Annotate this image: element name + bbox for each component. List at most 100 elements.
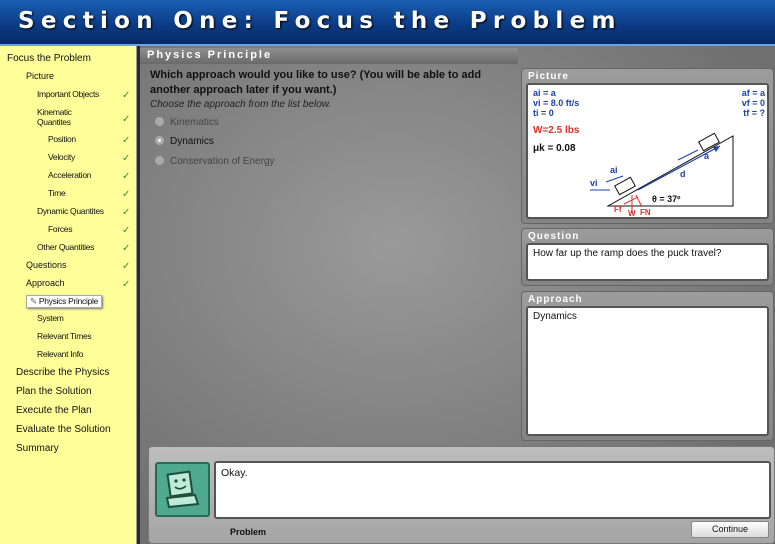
sidebar-item-focus-the-problem[interactable]: Focus the Problem — [7, 53, 91, 64]
tf-label: tf = ? — [743, 108, 765, 118]
sidebar-item-describe-the-physics[interactable]: Describe the Physics — [16, 367, 109, 378]
problem-tab[interactable]: Problem — [230, 527, 266, 537]
sidebar-item-evaluate-the-solution[interactable]: Evaluate the Solution — [16, 424, 111, 435]
sidebar-item-label: Plan the Solution — [16, 386, 92, 397]
sidebar-item-label: Summary — [16, 443, 59, 454]
checkmark-icon: ✓ — [122, 261, 131, 272]
checkmark-icon: ✓ — [122, 207, 131, 218]
sidebar-item-label: Forces — [48, 224, 73, 234]
af-label: af = a — [742, 88, 766, 98]
approach-instruction: Choose the approach from the list below. — [150, 99, 332, 110]
sidebar-item-summary[interactable]: Summary — [16, 443, 59, 454]
continue-button[interactable]: Continue — [691, 521, 769, 538]
sidebar-item-approach[interactable]: Approach — [26, 278, 65, 288]
approach-prompt: Which approach would you like to use? (Y… — [150, 69, 482, 96]
sidebar-item-label: Questions — [26, 260, 67, 270]
checkmark-icon: ✓ — [122, 153, 131, 164]
tutor-avatar-icon — [155, 462, 210, 517]
radio-icon[interactable] — [155, 136, 164, 145]
option-kinematics[interactable]: Kinematics — [155, 117, 219, 128]
checkmark-icon: ✓ — [122, 90, 131, 101]
sidebar-item-label-line2: Quantites — [37, 117, 71, 127]
section-header: Section One: Focus the Problem — [0, 0, 775, 46]
radio-icon[interactable] — [155, 156, 164, 165]
normal-force-arrow — [635, 194, 643, 208]
approach-panel-title: Approach — [528, 294, 583, 305]
option-conservation-of-energy[interactable]: Conservation of Energy — [155, 156, 275, 167]
sidebar-item-dynamic-quantites[interactable]: Dynamic Quantites — [37, 206, 104, 216]
sidebar-item-label: Important Objects — [37, 89, 99, 99]
checkmark-icon: ✓ — [122, 279, 131, 290]
sidebar-item-label: Approach — [26, 278, 65, 288]
dialog-message: Okay. — [214, 461, 771, 519]
option-label: Kinematics — [170, 117, 219, 128]
sidebar-item-label: Kinematic — [37, 107, 72, 117]
sidebar-item-plan-the-solution[interactable]: Plan the Solution — [16, 386, 92, 397]
sidebar-item-label: Focus the Problem — [7, 53, 91, 64]
sidebar-item-label: Relevant Times — [37, 331, 92, 341]
question-text: How far up the ramp does the puck travel… — [526, 243, 769, 281]
sidebar-item-forces[interactable]: Forces — [48, 224, 72, 234]
checkmark-icon: ✓ — [122, 114, 131, 125]
sidebar-item-label: Describe the Physics — [16, 367, 110, 378]
checkmark-icon: ✓ — [122, 189, 131, 200]
ti-label: ti = 0 — [533, 108, 554, 118]
sidebar-item-label: Velocity — [48, 152, 75, 162]
weight-force-label: W — [628, 209, 636, 218]
checkmark-icon: ✓ — [122, 243, 131, 254]
angle-label: θ = 37º — [652, 194, 681, 204]
sidebar-item-relevant-info[interactable]: Relevant Info — [37, 349, 83, 359]
computer-face-icon — [165, 470, 200, 509]
sidebar-item-relevant-times[interactable]: Relevant Times — [37, 331, 92, 341]
sidebar-item-important-objects[interactable]: Important Objects — [37, 89, 99, 99]
sidebar-item-label: Other Quantities — [37, 242, 95, 252]
question-panel: Question How far up the ramp does the pu… — [521, 228, 774, 286]
sidebar-item-label: Acceleration — [48, 170, 92, 180]
picture-panel-title: Picture — [528, 71, 569, 82]
sidebar-item-kinematic[interactable]: Kinematic Quantites — [37, 107, 72, 127]
sidebar-item-label: System — [37, 313, 64, 323]
sidebar-item-velocity[interactable]: Velocity — [48, 152, 75, 162]
approach-text: Dynamics — [526, 306, 769, 436]
sidebar-item-execute-the-plan[interactable]: Execute the Plan — [16, 405, 92, 416]
option-dynamics[interactable]: Dynamics — [155, 136, 214, 147]
sidebar-item-label: Position — [48, 134, 76, 144]
weight-label: W=2.5 lbs — [533, 125, 580, 136]
normal-force-label: FN — [640, 208, 651, 217]
ai-label: ai = a — [533, 88, 557, 98]
physics-principle-heading: Physics Principle — [147, 49, 273, 61]
sidebar-item-position[interactable]: Position — [48, 134, 76, 144]
sidebar-item-label: Physics Principle — [38, 296, 98, 306]
friction-arrow — [623, 196, 639, 205]
sidebar-item-acceleration[interactable]: Acceleration — [48, 170, 91, 180]
radio-icon[interactable] — [155, 117, 164, 126]
checkmark-icon: ✓ — [122, 171, 131, 182]
picture-diagram-area: ai = a vi = 8.0 ft/s ti = 0 af = a vf = … — [526, 83, 769, 219]
physics-principle-bar: Physics Principle — [140, 48, 518, 64]
friction-force-label: Ff — [614, 205, 622, 214]
sidebar-item-time[interactable]: Time — [48, 188, 66, 198]
acceleration-top-arrow — [677, 149, 699, 161]
approach-panel: Approach Dynamics — [521, 291, 774, 441]
sidebar-item-other-quantities[interactable]: Other Quantities — [37, 242, 94, 252]
checkmark-icon: ✓ — [122, 225, 131, 236]
section-title: Section One: Focus the Problem — [18, 8, 622, 34]
picture-panel: Picture ai = a vi = 8.0 ft/s ti = 0 af =… — [521, 68, 774, 224]
sidebar-item-physics-principle[interactable]: ✎ Physics Principle — [26, 295, 102, 308]
sidebar-item-label: Relevant Info — [37, 349, 84, 359]
acceleration-start-arrow — [605, 175, 624, 183]
sidebar-item-picture[interactable]: Picture — [26, 71, 54, 81]
sidebar-item-label: Picture — [26, 71, 55, 81]
friction-coefficient-label: μk = 0.08 — [533, 143, 576, 154]
vf-label: vf = 0 — [742, 98, 765, 108]
pencil-icon: ✎ — [30, 296, 37, 306]
navigation-sidebar: Focus the Problem Picture Important Object… — [0, 46, 137, 544]
sidebar-item-system[interactable]: System — [37, 313, 64, 323]
sidebar-item-questions[interactable]: Questions — [26, 260, 67, 270]
app-window: Section One: Focus the Problem Focus the… — [0, 0, 775, 544]
sidebar-item-label: Time — [48, 188, 66, 198]
velocity-symbol: vi — [590, 178, 598, 188]
ramp-diagram: ai = a vi = 8.0 ft/s ti = 0 af = a vf = … — [533, 88, 766, 218]
acceleration-start-symbol: ai — [610, 165, 618, 175]
sidebar-item-label: Evaluate the Solution — [16, 424, 111, 435]
